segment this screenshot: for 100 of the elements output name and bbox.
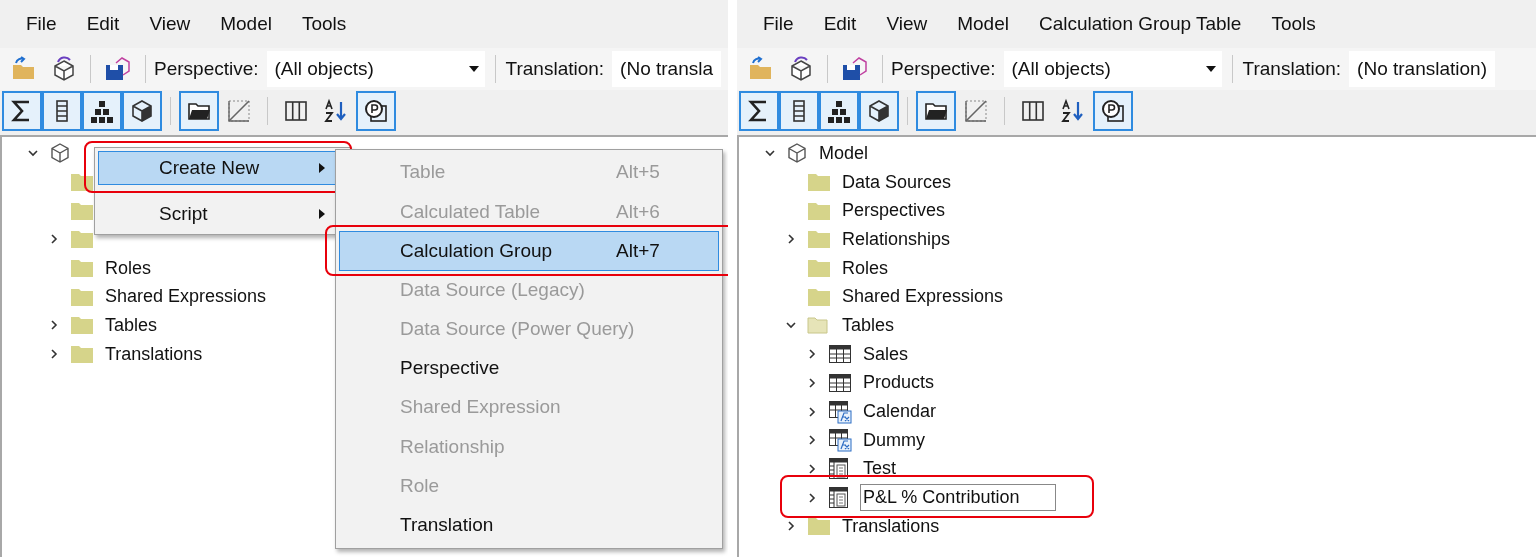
rename-field[interactable]: P&L % Contribution: [860, 484, 1056, 512]
menu-bar-item[interactable]: Tools: [1259, 9, 1328, 39]
menu-item[interactable]: Calculation Group Alt+7: [339, 231, 719, 271]
folder-icon: [70, 315, 94, 336]
chevron-right-icon[interactable]: [806, 348, 818, 361]
hidden-icon: [226, 98, 252, 124]
folder-icon: [70, 286, 94, 307]
folder-icon: [70, 229, 94, 250]
sort-icon: [323, 98, 349, 124]
menu-item[interactable]: Translation: [339, 505, 719, 545]
badge-icon: [363, 98, 389, 124]
tree-item[interactable]: Dummy: [863, 426, 925, 454]
toolbar-button[interactable]: [122, 91, 162, 131]
perspective-label: Perspective:: [891, 56, 996, 81]
folder-icon: [807, 258, 831, 279]
toolbar-button[interactable]: [739, 91, 779, 131]
cube-icon: [129, 98, 155, 124]
save-icon[interactable]: [103, 55, 131, 83]
perspective-dropdown[interactable]: (All objects): [1003, 51, 1222, 87]
columns-icon: [283, 98, 309, 124]
perspective-label: Perspective:: [154, 56, 259, 81]
toolbar-button[interactable]: [779, 91, 819, 131]
tree-item[interactable]: Tables: [105, 311, 158, 339]
submenu-arrow-icon: [318, 208, 326, 220]
tree-item[interactable]: Model: [819, 139, 869, 167]
sort-icon: [1060, 98, 1086, 124]
chevron-right-icon[interactable]: [785, 520, 797, 533]
tree-item[interactable]: Products: [863, 369, 935, 397]
dropdown-arrow-icon: [1205, 66, 1216, 72]
table-icon: [828, 343, 852, 366]
tree-item[interactable]: Data Sources: [842, 168, 952, 196]
tree-item[interactable]: Test: [863, 455, 896, 483]
dropdown-arrow-icon: [468, 66, 479, 72]
save-icon[interactable]: [840, 55, 868, 83]
tree-item[interactable]: Perspectives: [842, 197, 946, 225]
menu-item[interactable]: Perspective: [339, 348, 719, 389]
perspective-dropdown[interactable]: (All objects): [266, 51, 485, 87]
folder-icon: [70, 258, 94, 279]
toolbar-button[interactable]: [1093, 91, 1133, 131]
tree-item[interactable]: Relationships: [842, 225, 951, 253]
tree-item[interactable]: Translations: [842, 512, 940, 540]
toolbar-button[interactable]: [179, 91, 219, 131]
translation-dropdown[interactable]: (No transla: [612, 51, 722, 87]
folder-icon: [70, 200, 94, 221]
hidden-icon: [963, 98, 989, 124]
toolbar-button[interactable]: [82, 91, 122, 131]
chevron-right-icon[interactable]: [806, 462, 818, 475]
hierarchy-icon: [89, 98, 115, 124]
translation-label: Translation:: [1242, 56, 1342, 81]
toolbar-button[interactable]: [42, 91, 82, 131]
folder-icon: [70, 344, 94, 365]
open-folder-icon: [807, 315, 831, 336]
chevron-right-icon[interactable]: [806, 376, 818, 389]
menu-bar-item[interactable]: Edit: [811, 9, 869, 39]
toolbar-button[interactable]: [916, 91, 956, 131]
toolbar-button[interactable]: [859, 91, 899, 131]
calculated-table-icon: [828, 399, 852, 424]
tree-item[interactable]: Shared Expressions: [105, 283, 267, 311]
toolbar-button[interactable]: [356, 91, 396, 131]
hierarchy-icon: [826, 98, 852, 124]
chevron-right-icon[interactable]: [806, 405, 818, 418]
menu-bar-item[interactable]: File: [751, 9, 806, 39]
folder-icon: [807, 516, 831, 537]
chevron-right-icon[interactable]: [48, 348, 60, 361]
menu-bar-item[interactable]: Calculation Group Table: [1026, 9, 1254, 39]
menu-bar-item[interactable]: File: [14, 9, 69, 39]
tree-item[interactable]: Shared Expressions: [842, 283, 1004, 311]
badge-icon: [1100, 98, 1126, 124]
menu-bar-item[interactable]: View: [137, 9, 203, 39]
tree-item[interactable]: Roles: [105, 254, 152, 282]
submenu-arrow-icon: [318, 162, 326, 174]
folder-icon: [807, 229, 831, 250]
folder-icon: [807, 172, 831, 193]
chevron-right-icon[interactable]: [48, 319, 60, 332]
toolbar-button[interactable]: [2, 91, 42, 131]
cube-icon: [866, 98, 892, 124]
chevron-right-icon[interactable]: [806, 434, 818, 447]
menu-bar-item[interactable]: Model: [945, 9, 1021, 39]
tree-item[interactable]: Calendar: [863, 398, 937, 426]
chevron-right-icon[interactable]: [785, 233, 797, 246]
tree-item[interactable]: Tables: [842, 311, 895, 339]
menu-bar-item[interactable]: Model: [208, 9, 284, 39]
cube-icon: [786, 142, 808, 165]
toolbar-button[interactable]: [819, 91, 859, 131]
columns-icon: [1020, 98, 1046, 124]
translation-label: Translation:: [505, 56, 605, 81]
tree-item[interactable]: Translations: [105, 340, 203, 368]
folder-icon: [807, 286, 831, 307]
calculated-table-icon: [828, 428, 852, 453]
cube-icon: [49, 142, 71, 165]
menu-bar-item[interactable]: Tools: [289, 9, 359, 39]
menu-bar-item[interactable]: View: [874, 9, 940, 39]
translation-dropdown[interactable]: (No translation): [1349, 51, 1495, 87]
menu-bar-item[interactable]: Edit: [74, 9, 132, 39]
tree-item[interactable]: Roles: [842, 254, 889, 282]
tree-item[interactable]: Sales: [863, 340, 909, 368]
menu-item[interactable]: Script: [98, 197, 341, 231]
chevron-right-icon[interactable]: [48, 233, 60, 246]
chevron-right-icon[interactable]: [806, 491, 818, 504]
folder-icon: [70, 172, 94, 193]
